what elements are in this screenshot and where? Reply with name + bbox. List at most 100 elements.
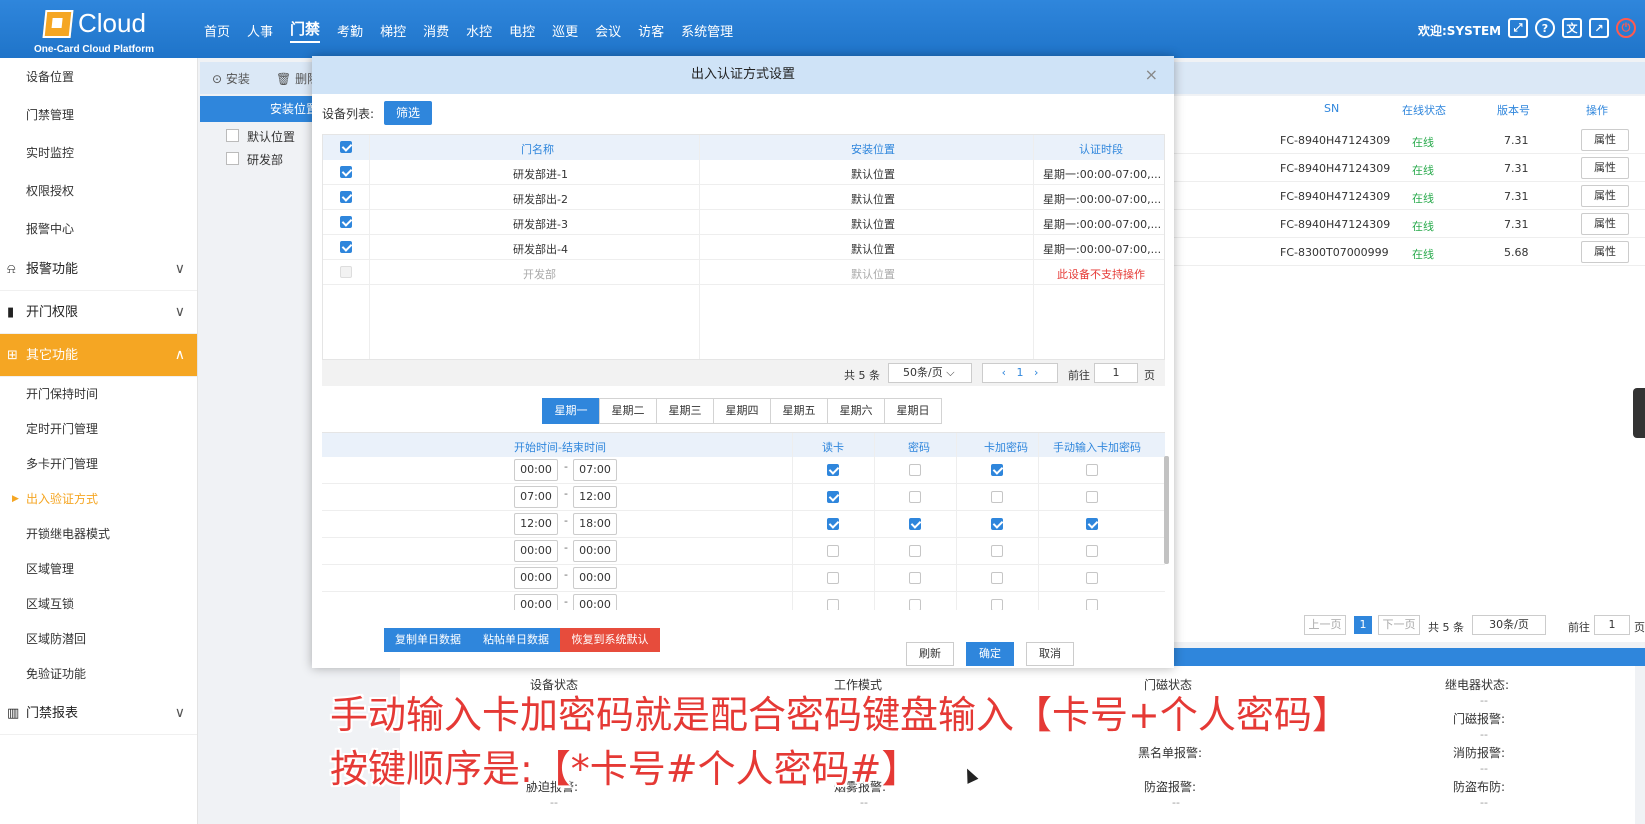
tab-sunday[interactable]: 星期日	[884, 398, 942, 424]
tree-node-default[interactable]: 默认位置	[226, 128, 295, 145]
sidebar-item-area-manage[interactable]: 区域管理	[0, 552, 197, 587]
nav-system[interactable]: 系统管理	[681, 19, 733, 40]
end-time-input[interactable]: 00:00	[573, 594, 617, 610]
start-time-input[interactable]: 12:00	[514, 513, 558, 535]
nav-access-control[interactable]: 门禁	[290, 16, 321, 43]
table-row[interactable]: FC-8940H47124309 在线 7.31 属性	[1170, 210, 1645, 238]
card-checkbox[interactable]	[827, 491, 839, 503]
card-password-checkbox[interactable]	[991, 572, 1003, 584]
manual-card-password-checkbox[interactable]	[1086, 572, 1098, 584]
nav-water[interactable]: 水控	[466, 19, 492, 40]
fullscreen-icon[interactable]: ⤢	[1508, 18, 1528, 38]
row-checkbox[interactable]	[340, 216, 352, 228]
table-row[interactable]: 研发部出-4 默认位置 星期一:00:00-07:00,...	[323, 235, 1164, 260]
prev-page-button[interactable]: 上一页	[1304, 615, 1346, 635]
next-page-button[interactable]: 下一页	[1378, 615, 1420, 635]
row-checkbox[interactable]	[340, 241, 352, 253]
properties-button[interactable]: 属性	[1581, 213, 1629, 235]
column-header-online[interactable]: 在线状态	[1402, 102, 1446, 126]
restore-default-button[interactable]: 恢复到系统默认	[560, 628, 660, 652]
password-checkbox[interactable]	[909, 545, 921, 557]
manual-card-password-checkbox[interactable]	[1086, 599, 1098, 610]
tab-tuesday[interactable]: 星期二	[599, 398, 657, 424]
sidebar-item-area-interlock[interactable]: 区域互锁	[0, 587, 197, 622]
help-icon[interactable]: ?	[1535, 18, 1555, 38]
pagination[interactable]: ‹ 1 ›	[982, 363, 1058, 383]
nav-meeting[interactable]: 会议	[595, 19, 621, 40]
manual-card-password-checkbox[interactable]	[1086, 464, 1098, 476]
end-time-input[interactable]: 00:00	[573, 540, 617, 562]
properties-button[interactable]: 属性	[1581, 241, 1629, 263]
tab-thursday[interactable]: 星期四	[713, 398, 771, 424]
tab-friday[interactable]: 星期五	[770, 398, 828, 424]
nav-hr[interactable]: 人事	[247, 19, 273, 40]
current-page[interactable]: 1	[1354, 616, 1372, 634]
properties-button[interactable]: 属性	[1581, 157, 1629, 179]
sidebar-item-device-location[interactable]: 设备位置	[0, 58, 197, 96]
end-time-input[interactable]: 18:00	[573, 513, 617, 535]
card-checkbox[interactable]	[827, 464, 839, 476]
side-panel-toggle[interactable]	[1633, 388, 1645, 438]
page-size-select[interactable]: 30条/页	[1472, 615, 1546, 635]
sidebar-item-relay-mode[interactable]: 开锁继电器模式	[0, 517, 197, 552]
card-checkbox[interactable]	[827, 572, 839, 584]
nav-visitor[interactable]: 访客	[638, 19, 664, 40]
nav-elevator[interactable]: 梯控	[380, 19, 406, 40]
tree-node-rnd[interactable]: 研发部	[226, 151, 283, 168]
start-time-input[interactable]: 00:00	[514, 594, 558, 610]
card-password-checkbox[interactable]	[991, 491, 1003, 503]
sidebar-item-timed-open[interactable]: 定时开门管理	[0, 412, 197, 447]
confirm-button[interactable]: 确定	[966, 642, 1014, 666]
row-checkbox[interactable]	[340, 191, 352, 203]
table-row[interactable]: FC-8940H47124309 在线 7.31 属性	[1170, 182, 1645, 210]
start-time-input[interactable]: 00:00	[514, 540, 558, 562]
table-row[interactable]: 研发部进-3 默认位置 星期一:00:00-07:00,...	[323, 210, 1164, 235]
properties-button[interactable]: 属性	[1581, 129, 1629, 151]
end-time-input[interactable]: 00:00	[573, 567, 617, 589]
sidebar-item-multi-card[interactable]: 多卡开门管理	[0, 447, 197, 482]
card-password-checkbox[interactable]	[991, 545, 1003, 557]
start-time-input[interactable]: 00:00	[514, 459, 558, 481]
manual-card-password-checkbox[interactable]	[1086, 518, 1098, 530]
tab-wednesday[interactable]: 星期三	[656, 398, 714, 424]
external-link-icon[interactable]: ↗	[1589, 18, 1609, 38]
password-checkbox[interactable]	[909, 491, 921, 503]
table-row[interactable]: 研发部出-2 默认位置 星期一:00:00-07:00,...	[323, 185, 1164, 210]
sidebar-item-auth-method[interactable]: 出入验证方式	[0, 482, 197, 517]
table-row[interactable]: 研发部进-1 默认位置 星期一:00:00-07:00,...	[323, 160, 1164, 185]
copy-day-button[interactable]: 复制单日数据	[384, 628, 472, 652]
card-password-checkbox[interactable]	[991, 599, 1003, 610]
table-row[interactable]: FC-8940H47124309 在线 7.31 属性	[1170, 126, 1645, 154]
sidebar-item-door-management[interactable]: 门禁管理	[0, 96, 197, 134]
end-time-input[interactable]: 12:00	[573, 486, 617, 508]
password-checkbox[interactable]	[909, 572, 921, 584]
manual-card-password-checkbox[interactable]	[1086, 491, 1098, 503]
table-row[interactable]: FC-8300T07000999 在线 5.68 属性	[1170, 238, 1645, 266]
sidebar-group-alarm[interactable]: ⍾ 报警功能 ∨	[0, 248, 197, 291]
table-row[interactable]: FC-8940H47124309 在线 7.31 属性	[1170, 154, 1645, 182]
select-all-checkbox[interactable]	[340, 141, 352, 153]
filter-button[interactable]: 筛选	[384, 101, 432, 125]
tab-saturday[interactable]: 星期六	[827, 398, 885, 424]
language-icon[interactable]: 文	[1562, 18, 1582, 38]
current-page[interactable]: 1	[1017, 366, 1024, 379]
card-checkbox[interactable]	[827, 545, 839, 557]
goto-page-input[interactable]: 1	[1594, 615, 1630, 635]
power-icon[interactable]: ⏻	[1616, 18, 1636, 38]
cancel-button[interactable]: 取消	[1026, 642, 1074, 666]
sidebar-group-other[interactable]: ⊞ 其它功能 ∧	[0, 334, 197, 377]
sidebar-group-door-permission[interactable]: ▮ 开门权限 ∨	[0, 291, 197, 334]
card-password-checkbox[interactable]	[991, 464, 1003, 476]
properties-button[interactable]: 属性	[1581, 185, 1629, 207]
password-checkbox[interactable]	[909, 599, 921, 610]
goto-page-input[interactable]: 1	[1094, 363, 1138, 383]
sidebar-item-no-verify[interactable]: 免验证功能	[0, 657, 197, 692]
password-checkbox[interactable]	[909, 518, 921, 530]
sidebar-item-open-hold[interactable]: 开门保持时间	[0, 377, 197, 412]
sidebar-item-anti-passback[interactable]: 区域防潜回	[0, 622, 197, 657]
card-checkbox[interactable]	[827, 518, 839, 530]
start-time-input[interactable]: 00:00	[514, 567, 558, 589]
nav-power[interactable]: 电控	[509, 19, 535, 40]
nav-patrol[interactable]: 巡更	[552, 19, 578, 40]
refresh-button[interactable]: 刷新	[906, 642, 954, 666]
